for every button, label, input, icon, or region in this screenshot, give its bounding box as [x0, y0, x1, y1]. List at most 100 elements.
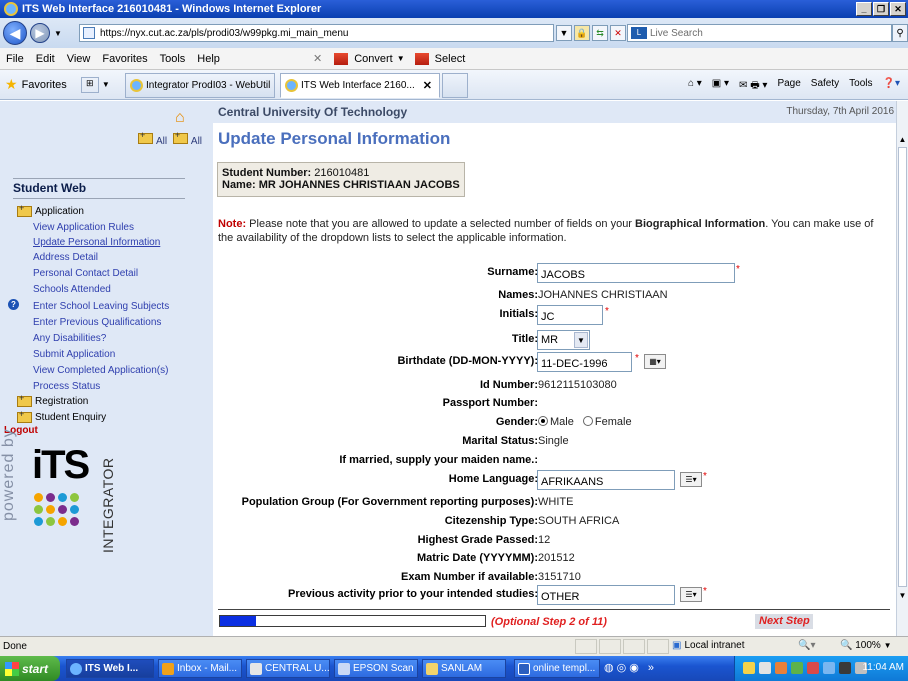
sidebar-item-view-application-rules[interactable]: View Application Rules	[33, 222, 134, 233]
sidebar-item-personal-contact-detail[interactable]: Personal Contact Detail	[33, 268, 138, 279]
gender-male-label[interactable]: Male	[550, 416, 574, 428]
close-button[interactable]: ✕	[890, 2, 906, 16]
note-label: Note:	[218, 218, 247, 230]
scroll-thumb[interactable]	[898, 147, 907, 587]
sidebar-item-completed-applications[interactable]: View Completed Application(s)	[33, 365, 168, 376]
task-inbox[interactable]: Inbox - Mail...	[158, 659, 242, 678]
sidebar-item-process-status[interactable]: Process Status	[33, 381, 100, 392]
sidebar-item-disabilities[interactable]: Any Disabilities?	[33, 333, 106, 344]
surname-input[interactable]	[537, 263, 735, 283]
protected-mode-icon[interactable]: 🔍▾	[798, 640, 815, 651]
security-zone[interactable]: ▣ Local intranet	[672, 640, 745, 651]
tray-icon[interactable]	[775, 662, 787, 674]
lookup-list-icon[interactable]: ☰▾	[680, 587, 702, 602]
sidebar-item-submit-application[interactable]: Submit Application	[33, 349, 115, 360]
tools-menu[interactable]: Tools	[849, 78, 872, 95]
menu-help[interactable]: Help	[191, 53, 226, 65]
refresh-icon[interactable]: ⇆	[592, 25, 608, 41]
next-step-button[interactable]: Next Step	[755, 614, 813, 629]
section-label: Student Enquiry	[35, 412, 107, 423]
zoom-control[interactable]: 🔍 100% ▼	[840, 640, 892, 651]
tab-close-icon[interactable]: ✕	[423, 79, 432, 92]
back-button[interactable]: ◀	[3, 21, 27, 45]
print-icon[interactable]: ✉ 🖶 ▾	[739, 78, 767, 95]
quick-tabs-icon[interactable]: ⊞	[80, 76, 99, 93]
minimize-button[interactable]: _	[856, 2, 872, 16]
tray-icon[interactable]	[807, 662, 819, 674]
tab-list-icon[interactable]: ▼	[102, 80, 110, 89]
task-sanlam[interactable]: SANLAM	[422, 659, 506, 678]
tab-label: ITS Web Interface 2160...	[301, 80, 415, 91]
address-field[interactable]: https://nyx.cut.ac.za/pls/prodi03/w99pkg…	[79, 24, 554, 42]
sidebar-section-registration[interactable]: Registration	[17, 393, 88, 407]
scroll-down-icon[interactable]: ▼	[897, 591, 908, 603]
task-online-templates[interactable]: online templ...	[514, 659, 600, 678]
menu-view[interactable]: View	[61, 53, 97, 65]
vertical-scrollbar[interactable]: ▲ ▼	[896, 101, 908, 636]
initials-input[interactable]	[537, 305, 603, 325]
menu-file[interactable]: File	[0, 53, 30, 65]
collapse-all-icon[interactable]	[172, 130, 188, 144]
tray-icon[interactable]	[839, 662, 851, 674]
search-icon[interactable]: ⚲	[892, 24, 908, 42]
favorites-button[interactable]: Favorites	[22, 79, 67, 91]
favorites-star-icon[interactable]: ★	[5, 76, 18, 93]
restore-button[interactable]: ❐	[873, 2, 889, 16]
menu-edit[interactable]: Edit	[30, 53, 61, 65]
page-menu[interactable]: Page	[777, 78, 800, 95]
tab-integrator[interactable]: Integrator ProdI03 - WebUtil	[125, 73, 275, 98]
close-toolbar-icon[interactable]: ✕	[313, 52, 322, 65]
chevron-down-icon[interactable]: ▼	[574, 332, 588, 348]
sidebar-item-schools-attended[interactable]: Schools Attended	[33, 284, 111, 295]
lookup-list-icon[interactable]: ☰▾	[680, 472, 702, 487]
new-tab-button[interactable]	[442, 73, 468, 98]
sidebar-item-address-detail[interactable]: Address Detail	[33, 252, 98, 263]
sidebar-item-previous-qualifications[interactable]: Enter Previous Qualifications	[33, 317, 161, 328]
help-icon[interactable]: ❓▾	[883, 78, 900, 95]
expand-all-icon[interactable]	[138, 130, 153, 144]
url-dropdown-icon[interactable]: ▼	[556, 25, 572, 41]
gender-female-label[interactable]: Female	[595, 416, 632, 428]
task-central[interactable]: CENTRAL U...	[246, 659, 330, 678]
sidebar-item-update-personal-information[interactable]: Update Personal Information	[33, 237, 160, 248]
home-icon[interactable]: ⌂	[175, 109, 185, 127]
activity-input[interactable]	[537, 585, 675, 605]
gender-female-radio[interactable]	[582, 416, 593, 426]
language-input[interactable]	[537, 470, 675, 490]
tray-icon[interactable]	[759, 662, 771, 674]
select-button[interactable]: Select	[435, 53, 466, 65]
task-epson[interactable]: EPSON Scan	[334, 659, 418, 678]
title-select[interactable]: MR ▼	[537, 330, 590, 350]
search-input[interactable]: L Live Search	[627, 24, 892, 42]
scroll-up-icon[interactable]: ▲	[897, 135, 908, 147]
birthdate-input[interactable]	[537, 352, 632, 372]
convert-dropdown-icon[interactable]: ▼	[397, 54, 405, 63]
collapse-all-label[interactable]: All	[191, 136, 202, 147]
tray-icon[interactable]	[823, 662, 835, 674]
expand-all-label[interactable]: All	[156, 136, 167, 147]
feeds-icon[interactable]: ▣ ▾	[712, 78, 729, 95]
quicklaunch-icons[interactable]: ◍◎◉ »	[604, 661, 657, 674]
task-its-web[interactable]: ITS Web I...	[66, 659, 154, 678]
convert-button[interactable]: Convert	[354, 53, 393, 65]
sidebar-section-application[interactable]: Application	[17, 203, 84, 217]
tab-its-web[interactable]: ITS Web Interface 2160... ✕	[280, 73, 440, 98]
calendar-icon[interactable]: ▦▾	[644, 354, 666, 369]
help-icon[interactable]: ?	[8, 299, 19, 310]
forward-button[interactable]: ▶	[30, 23, 50, 43]
menu-tools[interactable]: Tools	[154, 53, 192, 65]
windows-logo-icon	[5, 661, 19, 676]
tray-icon[interactable]	[743, 662, 755, 674]
gender-male-radio[interactable]	[538, 416, 548, 426]
lock-icon[interactable]: 🔒	[574, 25, 590, 41]
safety-menu[interactable]: Safety	[811, 78, 839, 95]
start-button[interactable]: start	[0, 656, 60, 681]
sidebar-item-school-leaving-subjects[interactable]: Enter School Leaving Subjects	[33, 301, 169, 312]
names-value: JOHANNES CHRISTIAAN	[538, 289, 668, 301]
tray-icon[interactable]	[791, 662, 803, 674]
home-icon[interactable]: ⌂ ▾	[688, 78, 702, 95]
stop-icon[interactable]: ✕	[610, 25, 626, 41]
sidebar-section-student-enquiry[interactable]: Student Enquiry	[17, 409, 107, 423]
history-dropdown-icon[interactable]: ▼	[54, 29, 62, 38]
menu-favorites[interactable]: Favorites	[96, 53, 153, 65]
